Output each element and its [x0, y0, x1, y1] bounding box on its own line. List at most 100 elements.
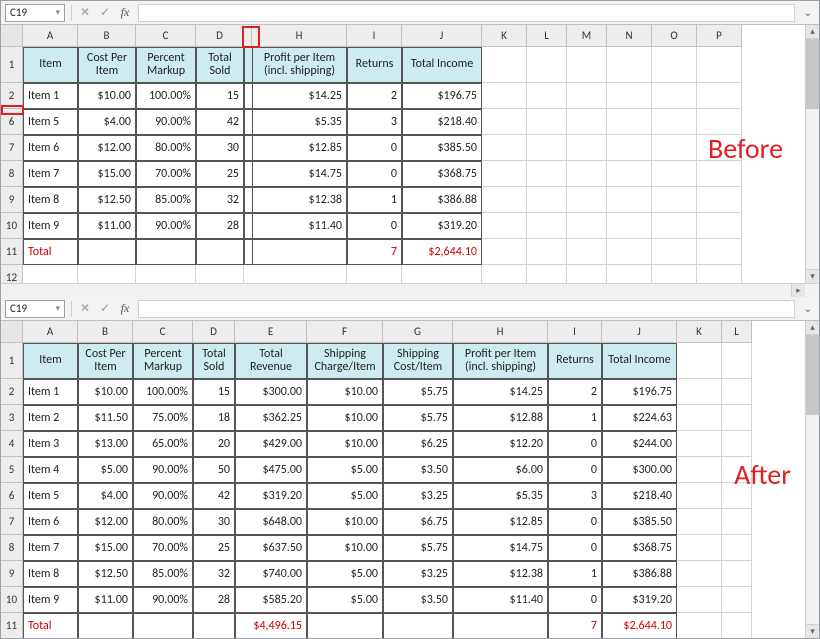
data-cell[interactable] — [697, 83, 742, 109]
data-cell[interactable]: $5.75 — [383, 405, 453, 431]
row-head[interactable]: 7 — [1, 509, 23, 535]
data-cell[interactable]: 90.00% — [133, 457, 193, 483]
data-cell[interactable]: $244.00 — [602, 431, 677, 457]
col-head[interactable]: J — [602, 321, 677, 343]
header-cell[interactable] — [482, 47, 527, 83]
data-cell[interactable]: Item 3 — [23, 431, 78, 457]
data-cell[interactable] — [652, 135, 697, 161]
col-head[interactable]: P — [697, 25, 742, 47]
data-cell[interactable] — [722, 405, 752, 431]
data-cell[interactable]: $300.00 — [602, 457, 677, 483]
data-cell[interactable]: Item 9 — [23, 587, 78, 613]
data-cell[interactable] — [652, 213, 697, 239]
col-head[interactable]: N — [607, 25, 652, 47]
data-cell[interactable]: 90.00% — [136, 109, 196, 135]
empty-cell[interactable] — [347, 265, 402, 283]
data-cell[interactable]: 0 — [347, 213, 402, 239]
name-box-dropdown-icon[interactable]: ▾ — [55, 303, 60, 314]
data-cell[interactable]: 32 — [196, 187, 244, 213]
data-cell[interactable]: $10.00 — [307, 405, 383, 431]
data-cell[interactable] — [527, 135, 567, 161]
data-cell[interactable]: $4.00 — [78, 483, 133, 509]
data-cell[interactable]: 80.00% — [133, 509, 193, 535]
row-head[interactable]: 11 — [1, 239, 23, 265]
data-cell[interactable]: $5.00 — [307, 483, 383, 509]
data-cell[interactable] — [652, 187, 697, 213]
data-cell[interactable]: $14.75 — [453, 535, 548, 561]
before-grid[interactable]: ABCDHIJKLMNOP1ItemCost Per ItemPercent M… — [1, 25, 819, 283]
header-cell[interactable] — [722, 343, 752, 379]
data-cell[interactable]: $15.00 — [78, 535, 133, 561]
data-cell[interactable]: $12.50 — [78, 561, 133, 587]
data-cell[interactable]: $300.00 — [235, 379, 307, 405]
data-cell[interactable]: 0 — [548, 509, 602, 535]
data-cell[interactable]: $6.75 — [383, 509, 453, 535]
col-head[interactable]: G — [383, 321, 453, 343]
data-cell[interactable]: $11.50 — [78, 405, 133, 431]
data-cell[interactable]: $5.35 — [453, 483, 548, 509]
data-cell[interactable]: $15.00 — [78, 161, 136, 187]
empty-cell[interactable] — [697, 265, 742, 283]
scroll-down-icon[interactable]: ▾ — [806, 269, 819, 283]
data-cell[interactable]: $368.75 — [602, 535, 677, 561]
row-head[interactable]: 2 — [1, 379, 23, 405]
data-cell[interactable]: 100.00% — [133, 379, 193, 405]
data-cell[interactable]: 3 — [548, 483, 602, 509]
data-cell[interactable] — [697, 187, 742, 213]
data-cell[interactable] — [677, 483, 722, 509]
total-cell[interactable] — [252, 239, 347, 265]
row-head[interactable]: 5 — [1, 457, 23, 483]
total-cell[interactable]: $4,496.15 — [235, 613, 307, 638]
total-cell[interactable] — [482, 239, 527, 265]
header-cell[interactable]: Shipping Cost/Item — [383, 343, 453, 379]
data-cell[interactable]: $14.25 — [252, 83, 347, 109]
row-head[interactable]: 2 — [1, 83, 23, 109]
data-cell[interactable]: 42 — [193, 483, 235, 509]
data-cell[interactable]: $5.75 — [383, 379, 453, 405]
data-cell[interactable]: $13.00 — [78, 431, 133, 457]
data-cell[interactable] — [697, 213, 742, 239]
data-cell[interactable]: 80.00% — [136, 135, 196, 161]
data-cell[interactable]: $5.75 — [383, 535, 453, 561]
row-head[interactable]: 9 — [1, 187, 23, 213]
data-cell[interactable] — [677, 561, 722, 587]
total-cell[interactable] — [453, 613, 548, 638]
row-head[interactable]: 1 — [1, 343, 23, 379]
scroll-up-icon[interactable]: ▴ — [806, 25, 819, 39]
col-head[interactable]: F — [307, 321, 383, 343]
data-cell[interactable]: $218.40 — [402, 109, 482, 135]
formula-input[interactable] — [138, 300, 795, 318]
empty-cell[interactable] — [652, 265, 697, 283]
data-cell[interactable]: 30 — [196, 135, 244, 161]
data-cell[interactable] — [607, 135, 652, 161]
data-cell[interactable]: $11.00 — [78, 213, 136, 239]
data-cell[interactable]: $385.50 — [602, 509, 677, 535]
data-cell[interactable]: 0 — [548, 431, 602, 457]
data-cell[interactable]: $12.88 — [453, 405, 548, 431]
header-cell[interactable]: Returns — [548, 343, 602, 379]
data-cell[interactable]: $12.38 — [252, 187, 347, 213]
col-head[interactable]: A — [23, 25, 78, 47]
data-cell[interactable] — [722, 535, 752, 561]
data-cell[interactable] — [527, 83, 567, 109]
data-cell[interactable]: 15 — [196, 83, 244, 109]
col-head[interactable]: I — [347, 25, 402, 47]
after-grid[interactable]: ABCDEFGHIJKL1ItemCost Per ItemPercent Ma… — [1, 321, 819, 638]
col-head[interactable]: C — [133, 321, 193, 343]
header-cell[interactable] — [607, 47, 652, 83]
formula-input[interactable] — [138, 4, 795, 22]
header-cell[interactable] — [652, 47, 697, 83]
data-cell[interactable]: $12.50 — [78, 187, 136, 213]
data-cell[interactable] — [482, 187, 527, 213]
total-cell[interactable] — [677, 613, 722, 638]
total-cell[interactable] — [78, 239, 136, 265]
data-cell[interactable]: 100.00% — [136, 83, 196, 109]
data-cell[interactable]: $12.85 — [453, 509, 548, 535]
data-cell[interactable] — [527, 213, 567, 239]
total-cell[interactable] — [697, 239, 742, 265]
data-cell[interactable]: $585.20 — [235, 587, 307, 613]
data-cell[interactable] — [677, 535, 722, 561]
enter-icon[interactable]: ✓ — [98, 5, 112, 20]
data-cell[interactable]: $12.00 — [78, 135, 136, 161]
data-cell[interactable]: 25 — [196, 161, 244, 187]
